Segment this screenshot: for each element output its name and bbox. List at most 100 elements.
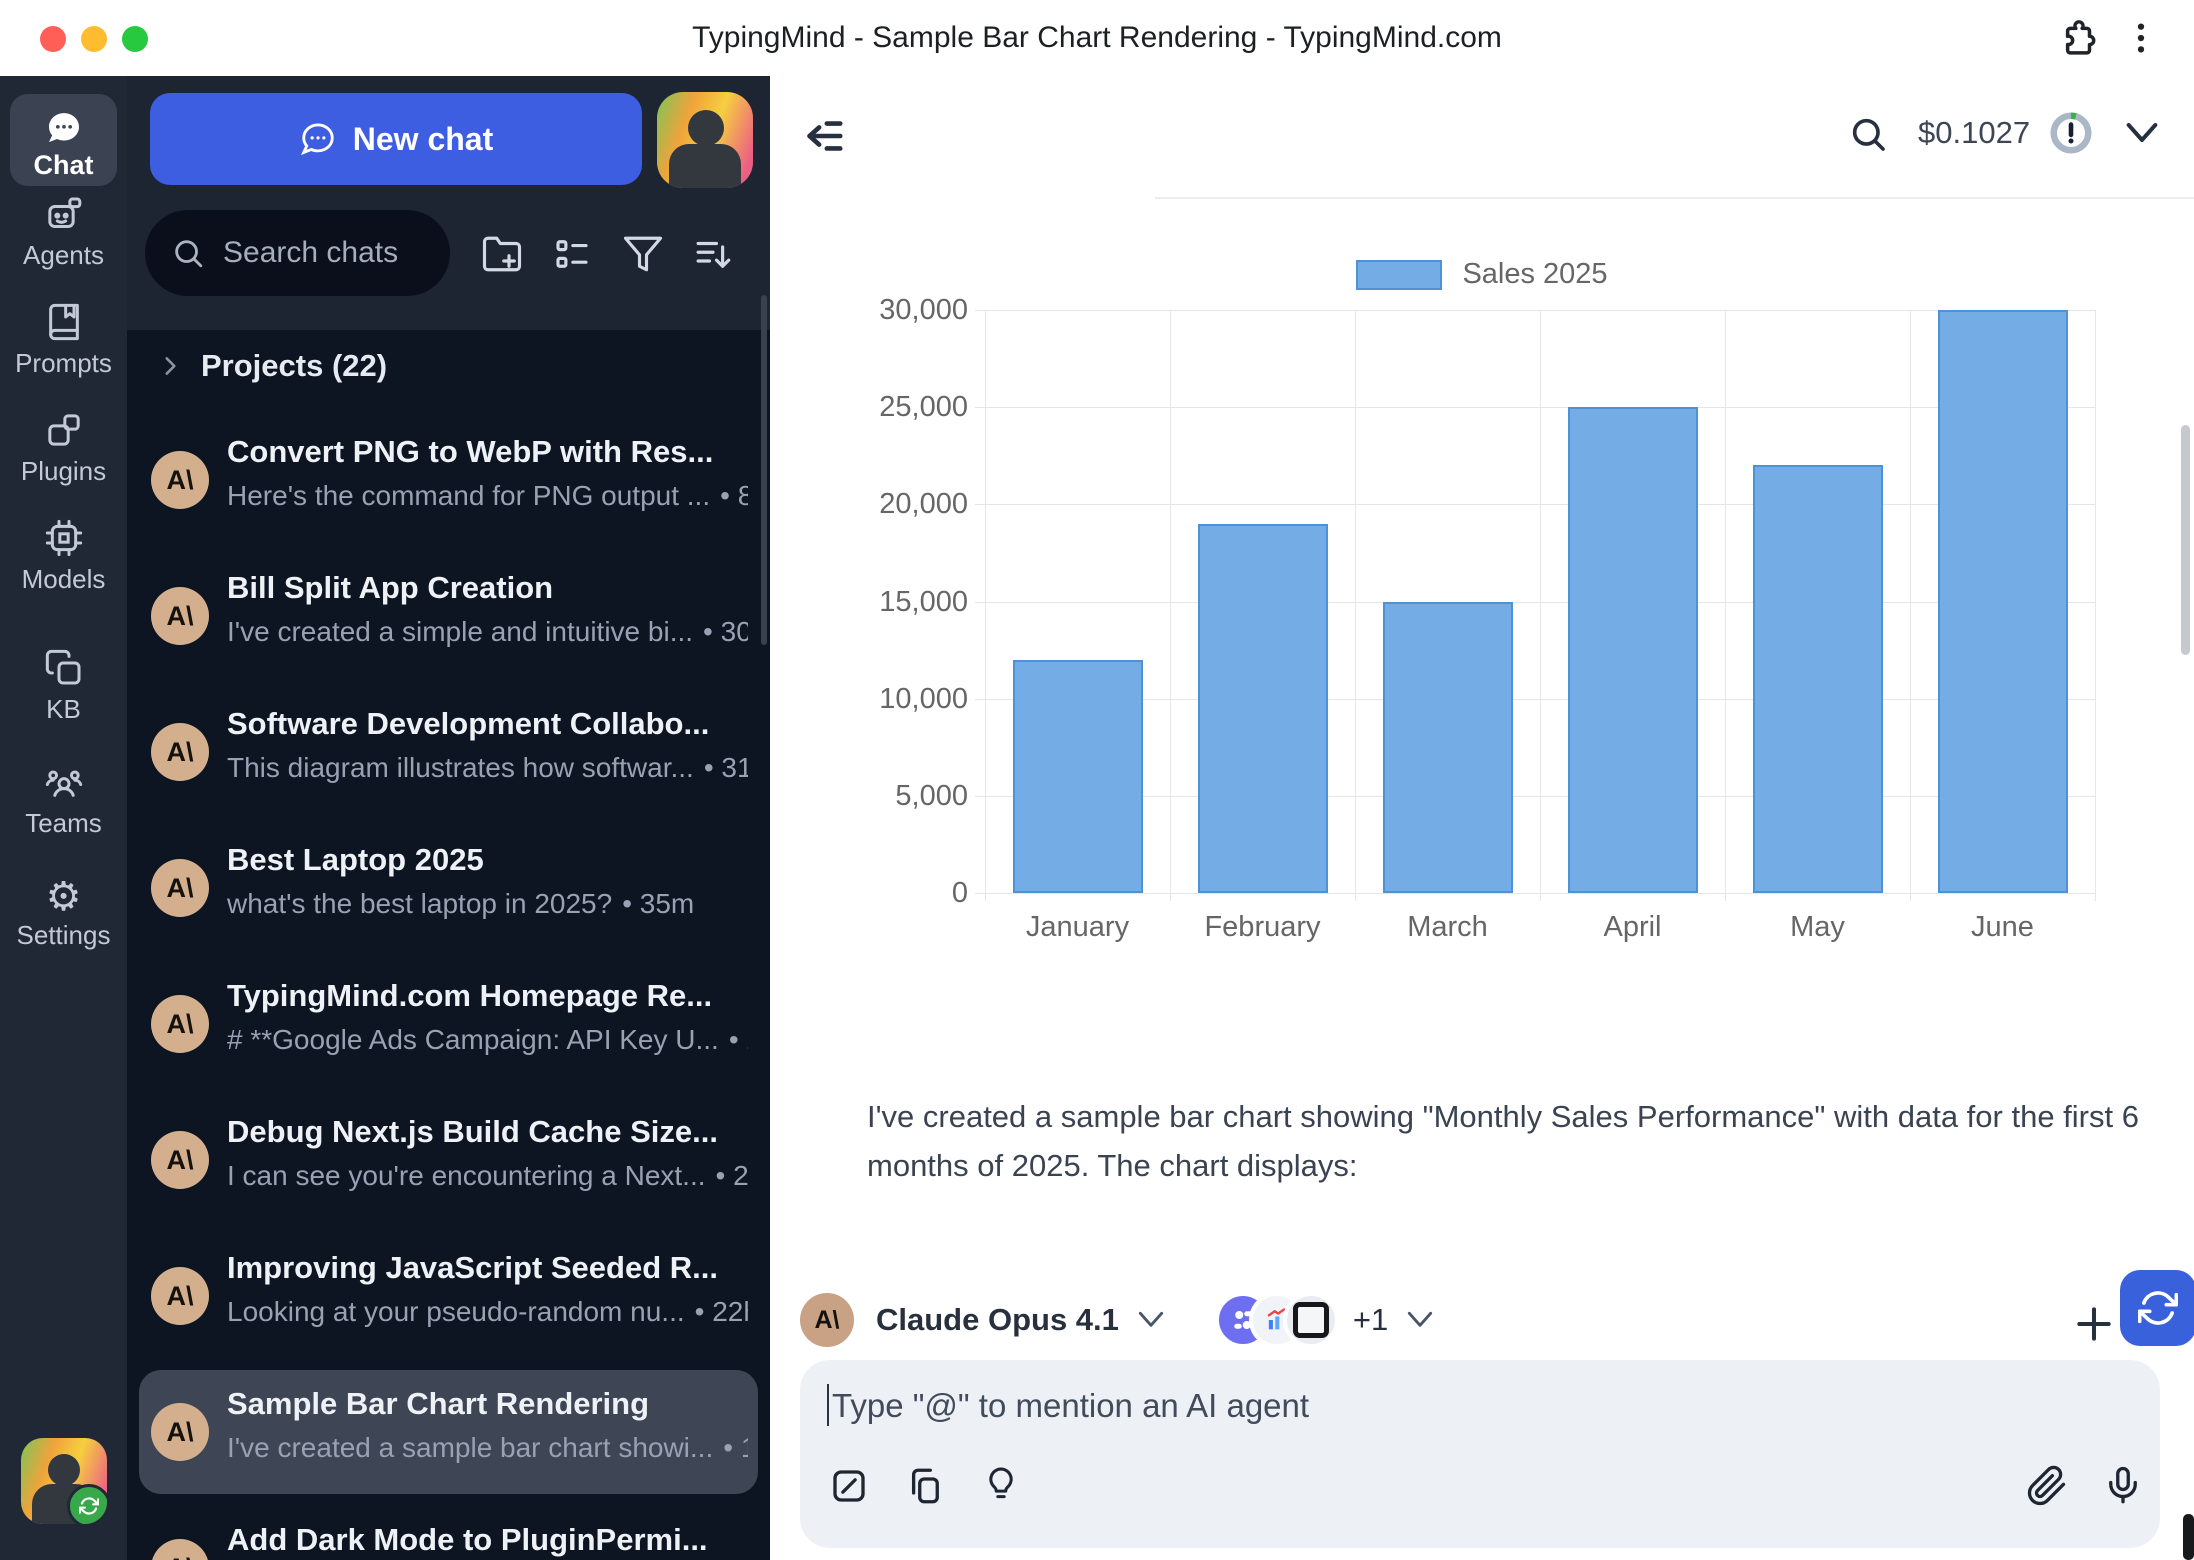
chat-list-item[interactable]: A\ TypingMind.com Homepage Re... # **Goo… [139, 962, 758, 1086]
collapse-sidebar-icon[interactable] [800, 113, 846, 159]
chat-icon [44, 108, 84, 148]
chat-list-item[interactable]: A\ Software Development Collabo... This … [139, 690, 758, 814]
sort-icon[interactable] [692, 233, 734, 275]
chevron-down-icon [1404, 1309, 1436, 1331]
sidebar-item-models[interactable]: Models [0, 518, 127, 595]
y-axis-tick-label: 10,000 [740, 684, 968, 714]
sidebar-item-agents[interactable]: Agents [0, 194, 127, 271]
y-axis-tick-label: 25,000 [740, 392, 968, 422]
chat-list-item[interactable]: A\ Debug Next.js Build Cache Size... I c… [139, 1098, 758, 1222]
usage-cost[interactable]: $0.1027 [1918, 109, 2094, 157]
pages-icon[interactable] [904, 1465, 946, 1507]
y-gridline [975, 893, 2095, 894]
plugin-icon [1283, 1292, 1339, 1348]
message-input[interactable] [830, 1378, 2034, 1434]
bulk-select-icon[interactable] [551, 233, 593, 275]
chat-title: Convert PNG to WebP with Res... [227, 434, 748, 470]
y-gridline [975, 407, 2095, 408]
sidebar-item-teams[interactable]: Teams [0, 762, 127, 839]
y-gridline [975, 504, 2095, 505]
add-button[interactable] [2072, 1302, 2116, 1346]
model-selector[interactable]: A\ Claude Opus 4.1 [800, 1293, 1167, 1347]
sidebar-item-prompts[interactable]: Prompts [0, 302, 127, 379]
main-scrollbar[interactable] [2181, 425, 2190, 655]
browser-menu-icon[interactable] [2120, 17, 2162, 59]
chat-list-item[interactable]: A\ Improving JavaScript Seeded R... Look… [139, 1234, 758, 1358]
anthropic-avatar: A\ [151, 1539, 209, 1560]
bar-may [1753, 465, 1883, 893]
x-gridline [985, 310, 986, 901]
chat-time: • 2h [729, 1024, 748, 1055]
user-avatar[interactable] [657, 92, 753, 188]
chat-title: Software Development Collabo... [227, 706, 748, 742]
anthropic-avatar: A\ [151, 1403, 209, 1461]
search-chats-field[interactable] [145, 210, 450, 296]
bar-chart: 05,00010,00015,00020,00025,00030,000Janu… [985, 310, 2095, 893]
header-chevron-down-icon[interactable] [2122, 120, 2162, 150]
teams-icon [44, 762, 84, 802]
cost-value: $0.1027 [1918, 115, 2030, 151]
microphone-icon[interactable] [2102, 1465, 2144, 1507]
y-gridline [975, 699, 2095, 700]
sidebar-item-label: Prompts [0, 348, 127, 379]
user-avatar[interactable] [21, 1438, 107, 1524]
chat-list-item[interactable]: A\ Bill Split App Creation I've created … [139, 554, 758, 678]
new-folder-icon[interactable] [481, 233, 523, 275]
y-gridline [975, 796, 2095, 797]
chat-list-item-selected[interactable]: A\ Sample Bar Chart Rendering I've creat… [139, 1370, 758, 1494]
sidebar-item-label: Plugins [0, 456, 127, 487]
canvas-icon[interactable] [828, 1465, 870, 1507]
profile-sync-icon [67, 1484, 107, 1524]
regenerate-button[interactable] [2120, 1270, 2194, 1346]
attach-icon[interactable] [2026, 1465, 2068, 1507]
sidebar-item-kb[interactable]: KB [0, 648, 127, 725]
y-axis-tick-label: 30,000 [740, 295, 968, 325]
bar-february [1198, 524, 1328, 893]
chat-preview: # **Google Ads Campaign: API Key U... [227, 1024, 719, 1055]
y-gridline [975, 310, 2095, 311]
zoom-window-button[interactable] [122, 26, 148, 52]
bar-january [1013, 660, 1143, 893]
header-divider [1155, 197, 2194, 199]
sidebar-item-label: Settings [0, 920, 127, 951]
chat-time: • 1d [723, 1432, 748, 1463]
sidebar-item-plugins[interactable]: Plugins [0, 410, 127, 487]
message-composer[interactable] [800, 1360, 2160, 1548]
chat-preview: I've created a simple and intuitive bi..… [227, 616, 693, 647]
x-gridline [2095, 310, 2096, 901]
new-chat-button[interactable]: New chat [150, 93, 642, 185]
close-window-button[interactable] [40, 26, 66, 52]
avatar-silhouette [48, 1454, 80, 1486]
search-conversation-icon[interactable] [1848, 114, 1888, 154]
sidebar-item-settings[interactable]: ⚙ Settings [0, 876, 127, 951]
anthropic-avatar: A\ [151, 859, 209, 917]
chat-list-item[interactable]: A\ Add Dark Mode to PluginPermi... [139, 1506, 758, 1560]
chart-legend: Sales 2025 [770, 258, 2194, 291]
filter-icon[interactable] [622, 233, 664, 275]
search-chats-input[interactable] [221, 235, 440, 271]
scrollbar-bottom[interactable] [2183, 1514, 2194, 1560]
x-gridline [1910, 310, 1911, 901]
anthropic-avatar: A\ [151, 1267, 209, 1325]
projects-toggle[interactable]: Projects (22) [157, 340, 387, 392]
lightbulb-icon[interactable] [982, 1465, 1020, 1507]
plugins-selector[interactable]: +1 [1215, 1292, 1436, 1348]
chat-preview: I've created a sample bar chart showi... [227, 1432, 713, 1463]
minimize-window-button[interactable] [81, 26, 107, 52]
conversation-pane: $0.1027 Sales 2025 05,00010,00015, [770, 76, 2194, 1560]
app-body: Chat Agents Prompts [0, 76, 2194, 1560]
x-axis-tick-label: March [1355, 911, 1540, 944]
y-axis-tick-label: 20,000 [740, 489, 968, 519]
anthropic-avatar: A\ [151, 723, 209, 781]
chat-list-item[interactable]: A\ Best Laptop 2025 what's the best lapt… [139, 826, 758, 950]
chat-preview: This diagram illustrates how softwar... [227, 752, 694, 783]
chat-time: • 30m [703, 616, 748, 647]
x-axis-tick-label: February [1170, 911, 1355, 944]
extensions-icon[interactable] [2058, 17, 2100, 59]
chat-list-item[interactable]: A\ Convert PNG to WebP with Res... Here'… [139, 418, 758, 542]
chat-time: • 20h [716, 1160, 748, 1191]
chat-title: Sample Bar Chart Rendering [227, 1386, 748, 1422]
sidebar-item-chat[interactable]: Chat [10, 94, 117, 186]
settings-icon: ⚙ [0, 876, 127, 918]
sidebar-item-label: Models [0, 564, 127, 595]
